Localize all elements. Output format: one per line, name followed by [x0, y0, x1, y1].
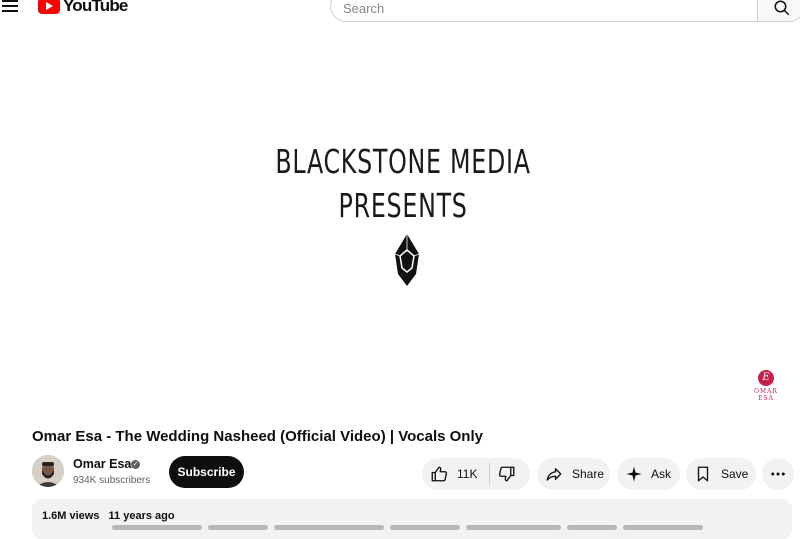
like-dislike-group: 11K [422, 458, 530, 490]
logo-country-code: PK [130, 0, 139, 2]
share-button[interactable]: Share [537, 458, 610, 490]
upload-age: 11 years ago [108, 510, 175, 522]
like-count: 11K [457, 467, 478, 481]
search-icon [774, 0, 790, 16]
save-icon [697, 466, 709, 482]
video-player[interactable]: BLACKSTONE MEDIA PRESENTS E OMAR ESA [0, 24, 800, 416]
subscribe-button[interactable]: Subscribe [169, 456, 244, 488]
more-actions-button[interactable] [762, 458, 794, 490]
menu-icon[interactable] [2, 0, 18, 14]
watermark-text: OMAR ESA [754, 388, 778, 402]
ask-sparkle-icon [626, 466, 642, 482]
youtube-logo[interactable]: YouTube PK [38, 0, 139, 16]
ask-button[interactable]: Ask [617, 458, 680, 490]
share-icon [546, 468, 562, 481]
more-icon [771, 472, 785, 476]
youtube-logo-icon [38, 0, 60, 14]
gem-logo-icon [394, 234, 420, 286]
logo-wordmark: YouTube [63, 0, 128, 15]
like-icon [431, 466, 448, 482]
share-label: Share [572, 467, 605, 481]
save-label: Save [721, 467, 749, 481]
channel-name[interactable]: Omar Esa [73, 457, 131, 471]
title-card-line-1: BLACKSTONE MEDIA [275, 142, 531, 181]
description-preview [112, 525, 703, 531]
subscriber-count: 934K subscribers [73, 475, 151, 486]
dislike-button[interactable] [490, 458, 516, 490]
masthead: YouTube PK [0, 0, 800, 24]
verified-icon: ✓ [131, 460, 140, 469]
ask-label: Ask [651, 467, 672, 481]
avatar-icon [32, 455, 64, 487]
channel-watermark[interactable]: E OMAR ESA [746, 370, 786, 402]
save-button[interactable]: Save [686, 458, 756, 490]
channel-avatar[interactable] [32, 455, 64, 487]
description-meta: 1.6M views 11 years ago [42, 510, 181, 522]
title-card-line-2: PRESENTS [338, 186, 468, 225]
search-button[interactable] [757, 0, 800, 22]
like-button[interactable]: 11K [422, 458, 491, 490]
video-title: Omar Esa - The Wedding Nasheed (Official… [32, 428, 483, 445]
description-box[interactable]: 1.6M views 11 years ago [32, 499, 792, 539]
watermark-logo-icon: E [758, 370, 774, 386]
dislike-icon [499, 466, 515, 482]
view-count: 1.6M views [42, 510, 100, 522]
search-box [330, 0, 758, 22]
search-input[interactable] [343, 1, 743, 15]
